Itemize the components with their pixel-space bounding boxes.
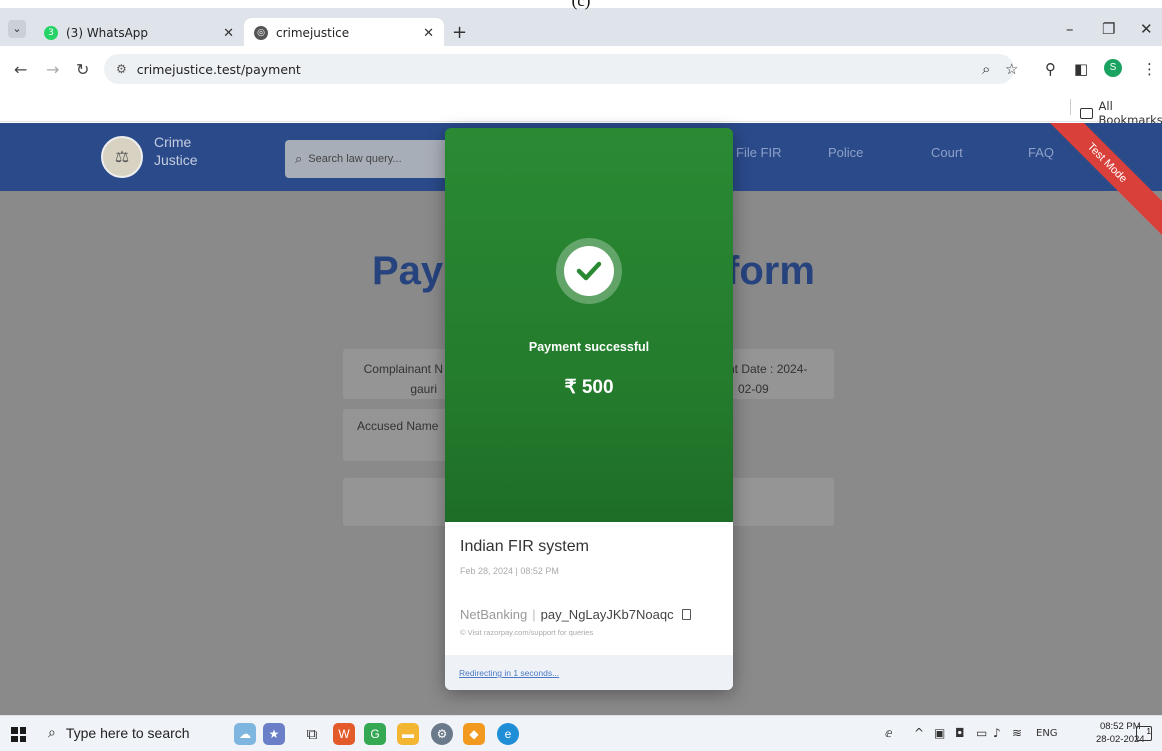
success-panel: Payment successful ₹ 500: [445, 128, 733, 522]
receipt-panel: Indian FIR system Feb 28, 2024 | 08:52 P…: [445, 522, 733, 690]
restore-icon[interactable]: ❐: [1102, 20, 1115, 38]
date-label: nt Date : 2024-: [728, 362, 808, 376]
complainant-field[interactable]: Complainant N gauri: [343, 349, 449, 399]
tab-search-chevron-icon[interactable]: ⌄: [8, 20, 26, 38]
app-tray-icon[interactable]: ◘: [955, 726, 965, 740]
extensions-icon[interactable]: ⚲: [1045, 60, 1056, 78]
form-field[interactable]: [728, 478, 834, 526]
complainant-label: Complainant N: [363, 362, 443, 376]
volume-icon[interactable]: ♪: [993, 726, 1001, 740]
forward-icon[interactable]: →: [46, 60, 59, 79]
chrome-icon[interactable]: G: [364, 723, 386, 745]
tab-title: crimejustice: [276, 26, 350, 40]
file-explorer-icon[interactable]: ▬: [397, 723, 419, 745]
back-icon[interactable]: ←: [14, 60, 27, 79]
battery-icon[interactable]: ▭: [976, 726, 987, 740]
tab-whatsapp[interactable]: 3 (3) WhatsApp ✕: [34, 18, 244, 48]
brand-name[interactable]: Crime Justice: [154, 133, 198, 169]
search-placeholder: Search law query...: [308, 153, 402, 165]
payment-datetime: Feb 28, 2024 | 08:52 PM: [460, 566, 559, 576]
reload-icon[interactable]: ↻: [76, 60, 89, 79]
nav-file-fir[interactable]: File FIR: [736, 145, 782, 160]
site-info-icon[interactable]: ⚙: [116, 62, 127, 76]
accused-label: Accused Name: [357, 419, 439, 433]
redirect-link[interactable]: Redirecting in 1 seconds...: [459, 668, 559, 678]
close-window-icon[interactable]: ✕: [1140, 20, 1153, 38]
payment-success-modal: Payment successful ₹ 500 Indian FIR syst…: [445, 128, 733, 690]
weather-widget-icon[interactable]: ★: [263, 723, 285, 745]
app-icon[interactable]: ◆: [463, 723, 485, 745]
side-panel-icon[interactable]: ◧: [1074, 60, 1088, 78]
merchant-name: Indian FIR system: [460, 538, 589, 555]
minimize-icon[interactable]: –: [1066, 20, 1074, 38]
meet-icon[interactable]: ▣: [934, 726, 945, 740]
tab-title: (3) WhatsApp: [66, 26, 149, 40]
whatsapp-icon: 3: [44, 26, 58, 40]
address-bar[interactable]: ⚙ crimejustice.test/payment: [104, 54, 1014, 84]
page-title-right: form: [726, 249, 815, 293]
payment-id: pay_NgLayJKb7Noaqc: [540, 607, 674, 622]
close-tab-icon[interactable]: ✕: [223, 26, 234, 41]
payment-method-row: NetBanking | pay_NgLayJKb7Noaqc: [460, 607, 691, 622]
search-icon: ⌕: [295, 151, 303, 166]
screen: (c) ⌄ 3 (3) WhatsApp ✕ ◎ crimejustice ✕ …: [0, 0, 1162, 751]
browser-toolbar: ← → ↻ ⚙ crimejustice.test/payment ⌕ ☆ ⚲ …: [0, 46, 1162, 92]
check-circle-icon: [556, 238, 622, 304]
profile-avatar[interactable]: S: [1104, 59, 1122, 77]
nav-faq[interactable]: FAQ: [1028, 145, 1054, 160]
language-indicator[interactable]: ENG: [1036, 728, 1058, 739]
taskbar-search[interactable]: ⌕ Type here to search: [48, 724, 190, 741]
people-icon[interactable]: ⅇ: [885, 726, 892, 740]
notifications-icon[interactable]: 1: [1136, 726, 1152, 741]
bookmark-star-icon[interactable]: ☆: [1005, 60, 1018, 78]
support-link[interactable]: © Visit razorpay.com/support for queries: [460, 628, 593, 637]
tab-crimejustice[interactable]: ◎ crimejustice ✕: [244, 18, 444, 48]
bookmarks-bar: All Bookmarks: [0, 92, 1162, 127]
figure-caption: (c): [571, 0, 591, 10]
new-tab-button[interactable]: +: [452, 22, 467, 43]
nav-court[interactable]: Court: [931, 145, 963, 160]
test-mode-ribbon: Test Mode: [1031, 123, 1162, 239]
windows-taskbar: ⌕ Type here to search ☁ ★ ⧉ W G ▬ ⚙ ◆ e …: [0, 715, 1162, 751]
globe-icon: ◎: [254, 26, 268, 40]
taskbar-search-placeholder: Type here to search: [65, 724, 190, 741]
task-view-icon[interactable]: ⧉: [301, 723, 323, 745]
payment-status: Payment successful: [528, 340, 650, 354]
law-search-input[interactable]: ⌕ Search law query...: [285, 140, 455, 178]
scales-logo-icon[interactable]: ⚖: [101, 136, 143, 178]
brand-line-2: Justice: [154, 152, 198, 168]
browser-tab-bar: ⌄ 3 (3) WhatsApp ✕ ◎ crimejustice ✕ + – …: [0, 8, 1162, 48]
incident-date-field[interactable]: nt Date : 2024- 02-09: [728, 349, 834, 399]
close-tab-icon[interactable]: ✕: [423, 26, 434, 41]
zoom-icon[interactable]: ⌕: [982, 60, 990, 78]
date-value: 02-09: [738, 382, 769, 396]
folder-icon: [1080, 107, 1093, 119]
news-widget-icon[interactable]: ☁: [234, 723, 256, 745]
divider: [1070, 99, 1071, 115]
payment-amount: ₹ 500: [564, 377, 614, 398]
divider: |: [532, 607, 536, 622]
search-icon: ⌕: [48, 724, 56, 740]
url-text: crimejustice.test/payment: [136, 61, 301, 77]
payment-method: NetBanking: [460, 607, 528, 622]
settings-icon[interactable]: ⚙: [431, 723, 453, 745]
windows-start-icon[interactable]: [11, 727, 26, 742]
nav-police[interactable]: Police: [828, 145, 863, 160]
accused-name-field[interactable]: Accused Name: [343, 409, 449, 461]
wifi-icon[interactable]: ≋: [1012, 726, 1022, 740]
edge-icon[interactable]: e: [497, 723, 519, 745]
brand-line-1: Crime: [154, 134, 192, 150]
copy-icon[interactable]: [681, 609, 691, 620]
form-field[interactable]: [343, 478, 449, 526]
redirect-footer: Redirecting in 1 seconds...: [445, 655, 733, 690]
complainant-value: gauri: [410, 382, 437, 396]
menu-icon[interactable]: ⋮: [1142, 60, 1157, 78]
chevron-up-icon[interactable]: ^: [914, 726, 924, 740]
app-icon[interactable]: W: [333, 723, 355, 745]
